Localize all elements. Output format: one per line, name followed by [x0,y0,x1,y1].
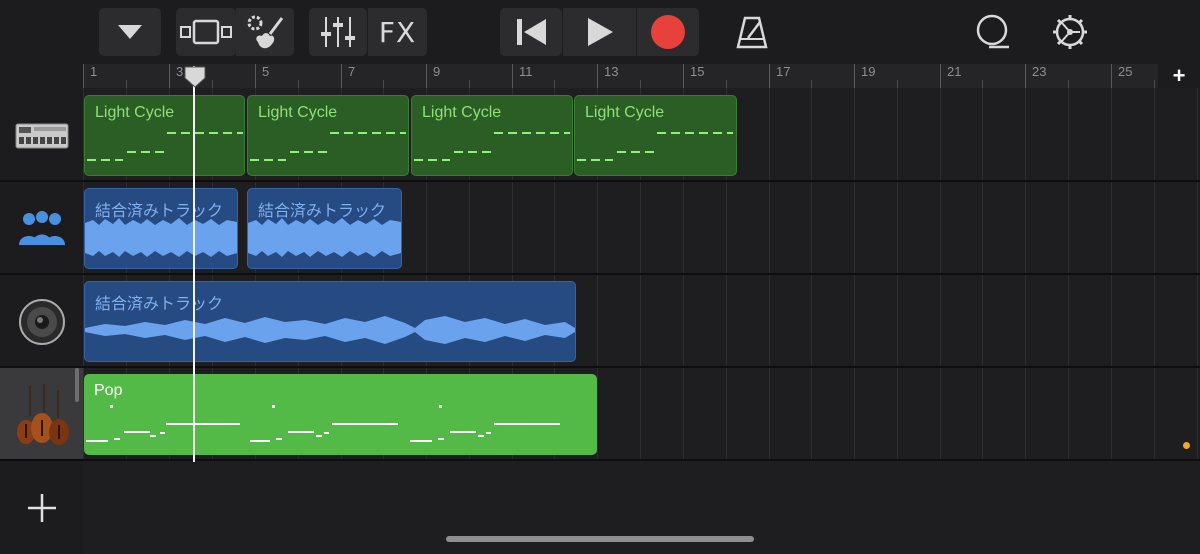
midi-notes [86,405,560,442]
audio-region[interactable]: 結合済みトラック [247,188,402,269]
track-header-strings[interactable] [0,368,83,459]
add-track-button[interactable] [0,462,83,554]
ruler-bar-label: 25 [1118,64,1133,79]
loop-icon [976,14,1009,49]
speaker-icon [18,298,65,345]
record-button[interactable] [637,8,699,56]
ruler-bar-label: 1 [90,64,98,79]
midi-region[interactable]: Light Cycle [84,95,245,176]
midi-notes [414,132,570,161]
metronome-button[interactable] [727,8,777,56]
midi-region[interactable]: Light Cycle [574,95,737,176]
rewind-icon [517,19,546,45]
track-header-drum-machine[interactable] [0,90,83,181]
ruler-bar-label: 23 [1032,64,1047,79]
midi-notes [250,132,406,161]
ruler-bar-label: 21 [947,64,962,79]
track-view-icon [180,19,232,45]
playhead[interactable] [193,66,195,462]
plus-icon [27,494,56,522]
tracks-menu-button[interactable] [99,8,161,56]
track-divider [0,180,83,182]
track-header-audio[interactable] [0,276,83,367]
settings-icon [1053,15,1087,49]
midi-region[interactable]: Light Cycle [247,95,409,176]
ruler-bar-label: 7 [348,64,356,79]
ruler-bar-label: 9 [433,64,441,79]
play-button[interactable] [563,8,636,56]
playhead-handle[interactable] [183,66,207,88]
midi-notes [87,132,243,161]
ruler-bar-label: 5 [262,64,270,79]
track-header-drummer[interactable] [0,183,83,274]
ruler-bar-label: 19 [861,64,876,79]
instrument-button[interactable] [236,8,294,56]
record-icon [651,15,685,49]
drummer-group-icon [18,210,65,245]
ruler-bar-label: 13 [604,64,619,79]
midi-region-selected[interactable]: Pop [84,374,597,455]
track-view-button[interactable] [176,8,236,56]
ruler-bar-label: 17 [776,64,791,79]
fx-button[interactable]: FX [368,8,427,56]
audio-waveform [85,316,575,344]
home-indicator[interactable] [446,536,754,542]
play-icon [587,18,613,46]
mixer-button[interactable] [309,8,367,56]
drum-machine-icon [15,123,68,148]
track-divider [0,459,83,461]
ruler-bar-label: 15 [690,64,705,79]
audio-waveform [85,218,237,257]
loop-browser-button[interactable] [967,8,1017,56]
instrument-icon [247,15,284,49]
chevron-down-icon [118,25,142,39]
strings-icon [16,383,69,445]
timeline-ruler[interactable]: 1 3 5 7 9 11 13 15 17 19 21 23 25 [83,64,1200,88]
audio-waveform [248,218,401,257]
settings-button[interactable] [1045,8,1095,56]
fx-label: FX [378,15,417,49]
rewind-button[interactable] [500,8,562,56]
mixer-icon [321,17,355,47]
add-section-button[interactable]: + [1158,63,1200,88]
control-bar: FX [0,0,1200,64]
midi-region[interactable]: Light Cycle [411,95,573,176]
ruler-bar-label: 11 [519,64,533,79]
metronome-icon [736,16,768,49]
notification-dot [1183,442,1190,449]
midi-notes [577,132,733,161]
track-divider [0,273,83,275]
audio-region[interactable]: 結合済みトラック [84,281,576,362]
sidebar-resize-handle[interactable] [75,368,79,402]
track-area[interactable]: Light Cycle Light Cycle Light Cycle Ligh… [83,88,1200,554]
audio-region[interactable]: 結合済みトラック [84,188,238,269]
